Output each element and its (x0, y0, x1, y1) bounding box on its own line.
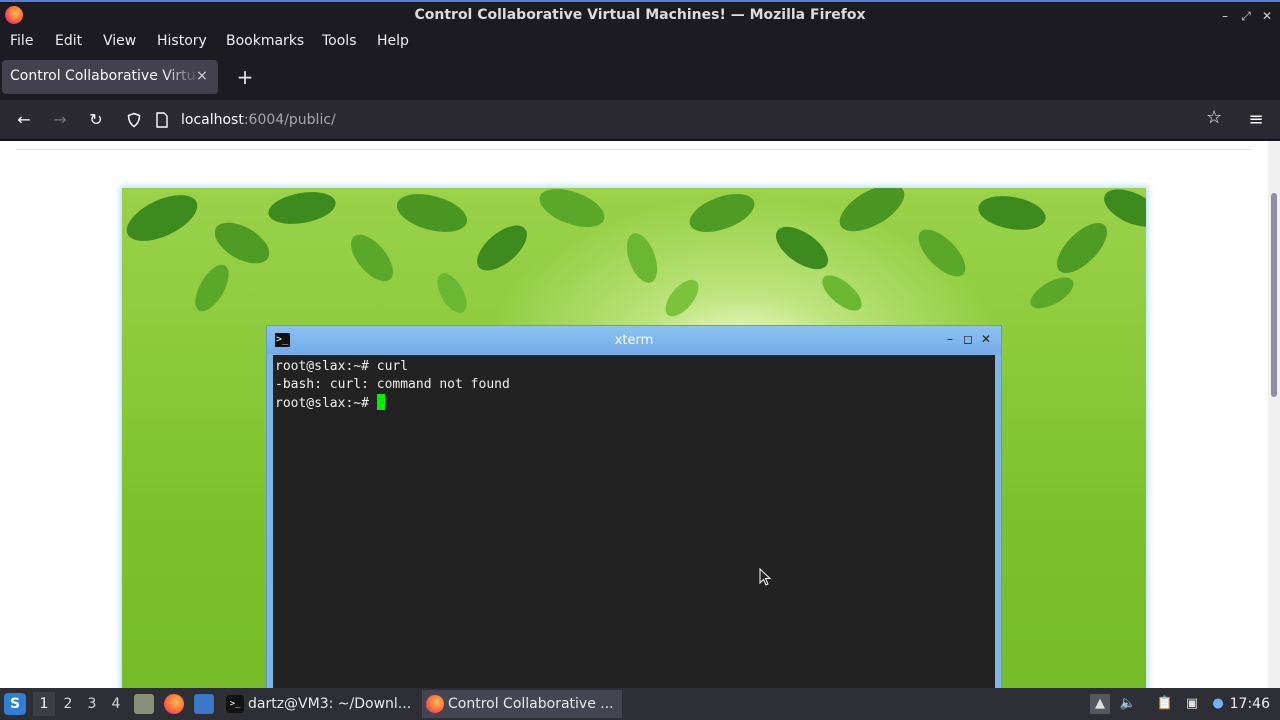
scrollbar-thumb[interactable] (1271, 193, 1277, 397)
menu-history[interactable]: History (157, 33, 207, 49)
tab-strip: Control Collaborative Virtual Machines! … (0, 54, 1280, 100)
terminal-line: root@slax:~# curl (275, 359, 409, 374)
xterm-maximize-icon[interactable]: ◻ (961, 332, 975, 346)
task-terminal[interactable]: >_ dartz@VM3: ~/Downl... (222, 690, 418, 718)
vm-screen[interactable]: >_ xterm – ◻ ✕ root@slax:~# curl -bash: … (122, 188, 1146, 688)
workspace-3[interactable]: 3 (81, 692, 103, 716)
terminal-area[interactable]: root@slax:~# curl -bash: curl: command n… (273, 355, 995, 688)
forward-icon[interactable]: → (48, 108, 72, 132)
taskbar: S 1 2 3 4 >_ dartz@VM3: ~/Downl... Contr… (0, 688, 1280, 720)
network-icon[interactable]: ▣ (1182, 694, 1202, 714)
menu-tools[interactable]: Tools (322, 33, 357, 49)
window-title: Control Collaborative Virtual Machines! … (414, 7, 866, 23)
reload-icon[interactable]: ↻ (84, 108, 108, 132)
divider (16, 149, 1252, 150)
shield-icon[interactable] (126, 112, 142, 128)
page-icon[interactable] (155, 112, 169, 128)
menu-help[interactable]: Help (377, 33, 409, 49)
window-titlebar: Control Collaborative Virtual Machines! … (0, 0, 1280, 30)
notification-icon[interactable]: ● (1208, 694, 1228, 714)
url-host: localhost (181, 112, 244, 128)
workspace-4[interactable]: 4 (105, 692, 127, 716)
page-content: >_ xterm – ◻ ✕ root@slax:~# curl -bash: … (0, 141, 1268, 688)
menu-file[interactable]: File (10, 33, 33, 49)
terminal-prompt: root@slax:~# (275, 396, 377, 411)
tray-up-icon[interactable]: ▲ (1090, 694, 1110, 714)
tab-active[interactable]: Control Collaborative Virtual Machines! … (2, 60, 218, 94)
firefox-launcher-icon[interactable] (164, 694, 184, 714)
xterm-title: xterm (614, 333, 654, 348)
desktop-icon[interactable] (194, 694, 214, 714)
menu-view[interactable]: View (103, 33, 136, 49)
menu-edit[interactable]: Edit (55, 33, 82, 49)
xterm-titlebar[interactable]: >_ xterm – ◻ ✕ (267, 326, 1001, 354)
bookmark-star-icon[interactable]: ☆ (1206, 107, 1222, 128)
url-bar[interactable]: localhost:6004/public/ ☆ (118, 104, 1240, 136)
wallpaper-leaves (126, 188, 1146, 317)
back-icon[interactable]: ← (12, 108, 36, 132)
volume-icon[interactable]: 🔈 (1118, 694, 1138, 714)
page-scrollbar[interactable] (1268, 141, 1280, 688)
tab-close-icon[interactable]: × (192, 66, 212, 86)
xterm-minimize-icon[interactable]: – (943, 332, 957, 346)
start-menu-icon[interactable]: S (4, 693, 26, 715)
clock[interactable]: 17:46 (1230, 688, 1270, 720)
menu-bar: File Edit View History Bookmarks Tools H… (0, 30, 1280, 54)
clipboard-icon[interactable]: 📋 (1155, 694, 1175, 714)
minimize-icon[interactable]: – (1217, 8, 1233, 24)
xterm-close-icon[interactable]: ✕ (979, 332, 993, 346)
hamburger-menu-icon[interactable]: ≡ (1244, 108, 1268, 132)
mouse-pointer-icon (759, 568, 771, 586)
xterm-window[interactable]: >_ xterm – ◻ ✕ root@slax:~# curl -bash: … (266, 325, 1002, 688)
task-firefox[interactable]: Control Collaborative ... (422, 690, 622, 718)
tab-title: Control Collaborative Virtual Machines! (10, 68, 200, 84)
file-manager-icon[interactable] (134, 694, 154, 714)
workspace-2[interactable]: 2 (57, 692, 79, 716)
firefox-task-icon (426, 695, 444, 713)
url-path: :6004/public/ (243, 112, 336, 128)
restore-icon[interactable]: ⤢ (1238, 8, 1254, 24)
workspace-1[interactable]: 1 (33, 692, 55, 716)
nav-bar: ← → ↻ localhost:6004/public/ ☆ ≡ (0, 100, 1280, 140)
terminal-prompt-line: root@slax:~# (275, 394, 993, 412)
terminal-line: -bash: curl: command not found (275, 377, 510, 392)
task-label: dartz@VM3: ~/Downl... (248, 696, 412, 712)
new-tab-button[interactable]: + (234, 66, 256, 88)
menu-bookmarks[interactable]: Bookmarks (226, 33, 304, 49)
close-icon[interactable]: ✕ (1259, 8, 1275, 24)
terminal-cursor (376, 394, 385, 410)
task-label: Control Collaborative ... (448, 696, 614, 712)
terminal-task-icon: >_ (226, 695, 244, 713)
url-text[interactable]: localhost:6004/public/ (181, 112, 336, 128)
